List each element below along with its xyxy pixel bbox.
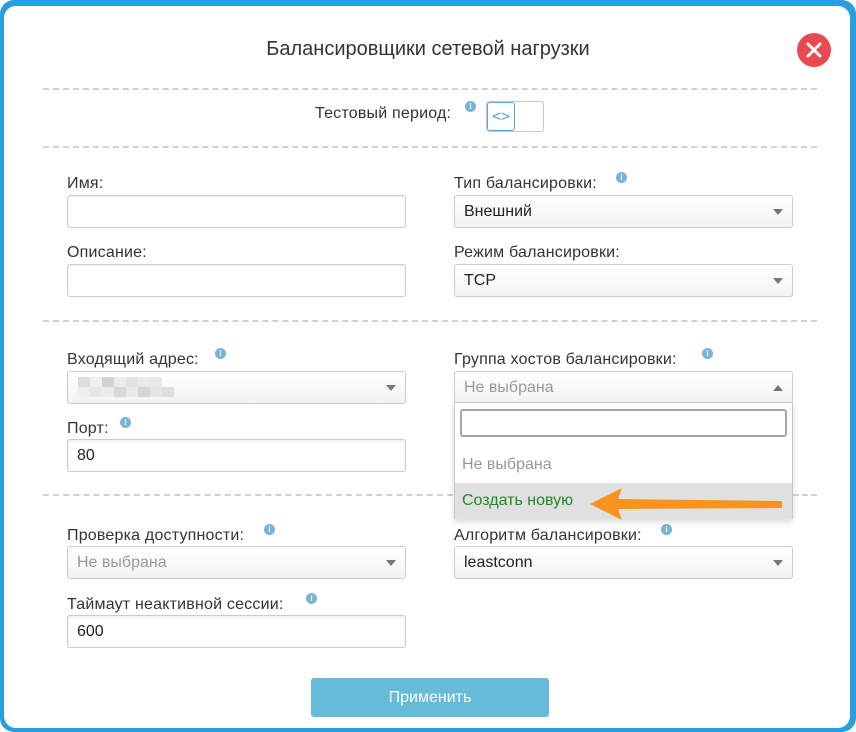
dialog-title: Балансировщики сетевой нагрузки	[266, 38, 590, 60]
toggle-knob: <>	[487, 102, 515, 131]
health-check-select[interactable]: Не выбрана	[67, 546, 406, 579]
health-check-value: Не выбрана	[77, 554, 167, 571]
description-input[interactable]	[67, 264, 406, 297]
divider	[43, 494, 453, 496]
dropdown-search-input[interactable]	[460, 409, 787, 437]
dropdown-option-none[interactable]: Не выбрана	[455, 447, 792, 483]
apply-button[interactable]: Применить	[311, 678, 549, 717]
algorithm-select[interactable]: leastconn	[454, 546, 793, 579]
incoming-address-label: Входящий адрес:	[67, 351, 199, 368]
description-label: Описание:	[67, 244, 147, 261]
chevron-down-icon	[386, 560, 396, 566]
balancing-mode-label: Режим балансировки:	[454, 244, 620, 261]
info-icon[interactable]: i	[616, 172, 627, 183]
divider	[43, 88, 817, 90]
session-timeout-input[interactable]: 600	[67, 615, 406, 648]
host-group-select[interactable]: Не выбрана	[454, 371, 793, 404]
info-icon[interactable]: i	[215, 348, 226, 359]
name-input[interactable]	[67, 195, 406, 228]
info-icon[interactable]: i	[661, 524, 672, 535]
divider	[793, 494, 817, 496]
host-group-label: Группа хостов балансировки:	[454, 351, 677, 368]
chevron-down-icon	[773, 209, 783, 215]
port-input[interactable]: 80	[67, 439, 406, 472]
divider	[43, 146, 817, 148]
balancing-type-select[interactable]: Внешний	[454, 195, 793, 228]
session-timeout-label: Таймаут неактивной сессии:	[67, 596, 284, 613]
info-icon[interactable]: i	[306, 593, 317, 604]
close-button[interactable]	[797, 33, 831, 67]
close-icon	[806, 42, 822, 58]
chevron-down-icon	[773, 278, 783, 284]
algorithm-value: leastconn	[464, 554, 533, 571]
balancing-type-value: Внешний	[464, 203, 532, 220]
name-label: Имя:	[67, 175, 104, 192]
chevron-down-icon	[386, 385, 396, 391]
balancing-mode-select[interactable]: TCP	[454, 264, 793, 297]
arrow-left-icon	[590, 488, 782, 520]
chevron-down-icon	[773, 560, 783, 566]
test-period-label: Тестовый период:	[315, 105, 452, 122]
info-icon[interactable]: i	[465, 101, 476, 112]
info-icon[interactable]: i	[264, 524, 275, 535]
info-icon[interactable]: i	[702, 348, 713, 359]
balancing-mode-value: TCP	[464, 272, 496, 289]
test-period-toggle[interactable]: <>	[486, 101, 544, 132]
balancing-type-label: Тип балансировки:	[454, 175, 597, 192]
port-label: Порт:	[67, 420, 109, 437]
host-group-value: Не выбрана	[464, 379, 554, 396]
health-check-label: Проверка доступности:	[67, 527, 245, 544]
info-icon[interactable]: i	[120, 417, 131, 428]
divider	[43, 320, 817, 322]
algorithm-label: Алгоритм балансировки:	[454, 527, 642, 544]
chevron-up-icon	[773, 385, 783, 391]
